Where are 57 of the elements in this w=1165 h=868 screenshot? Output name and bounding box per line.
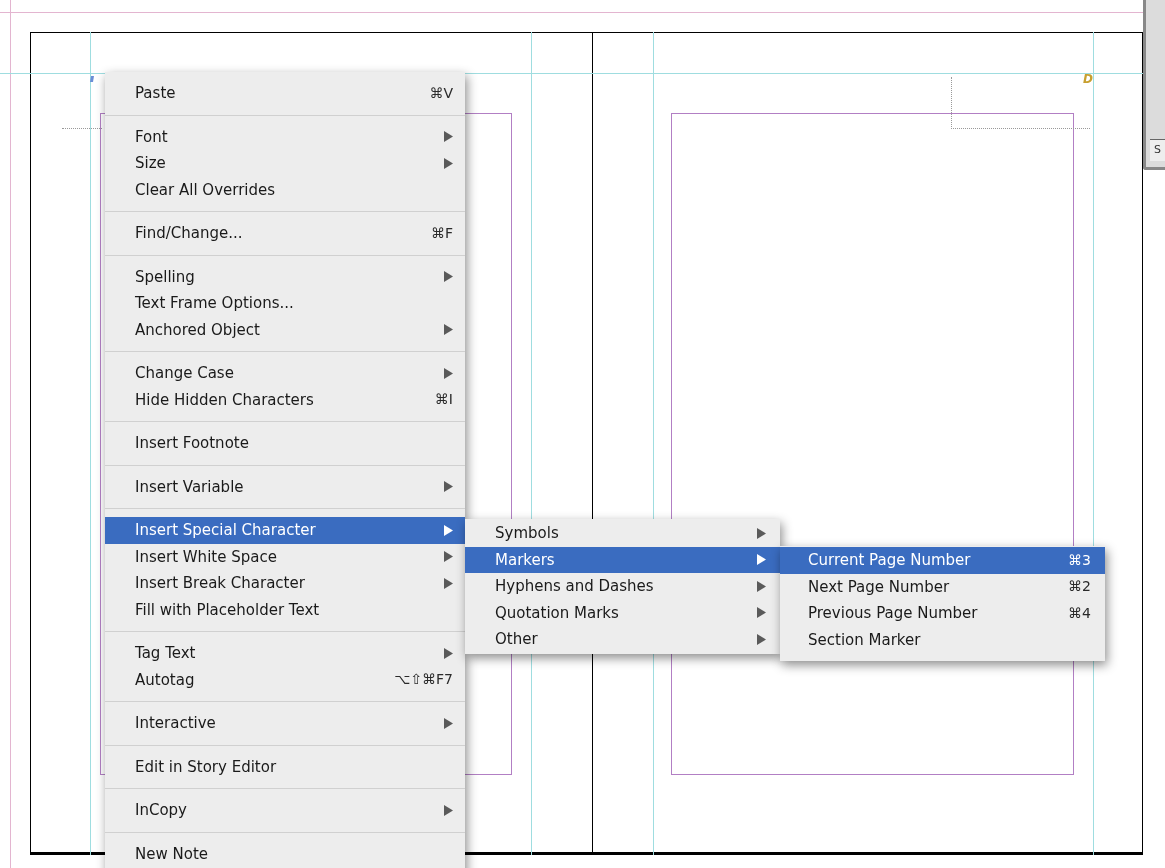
submenu-arrow-icon	[444, 157, 453, 169]
submenu-arrow-icon	[757, 633, 766, 645]
page-marker: D	[1083, 71, 1093, 88]
menu-item[interactable]: Symbols	[465, 520, 780, 547]
submenu-arrow-icon	[444, 577, 453, 589]
menu-item[interactable]: InCopy	[105, 797, 465, 824]
submenu-arrow-icon	[444, 551, 453, 563]
menu-item[interactable]: Previous Page Number ⌘4	[780, 600, 1105, 627]
shortcut-label: ⌘V	[429, 83, 453, 103]
shortcut-label: ⌘2	[1068, 577, 1091, 597]
menu-item[interactable]: Current Page Number ⌘3	[780, 547, 1105, 574]
menu-item[interactable]: Quotation Marks	[465, 599, 780, 626]
menu-item[interactable]: Hide Hidden Characters ⌘I	[105, 386, 465, 413]
menu-item[interactable]: Insert White Space	[105, 543, 465, 570]
menu-item[interactable]: Paste ⌘V	[105, 80, 465, 107]
submenu-arrow-icon	[444, 717, 453, 729]
menu-item[interactable]: Find/Change... ⌘F	[105, 220, 465, 247]
menu-item[interactable]: Font	[105, 123, 465, 150]
menu-item[interactable]: Insert Variable	[105, 473, 465, 500]
panel-tab[interactable]: S	[1150, 139, 1165, 161]
menu-item[interactable]: Markers	[465, 546, 780, 573]
submenu-arrow-icon	[444, 481, 453, 493]
submenu-arrow-icon	[757, 527, 766, 539]
menu-item[interactable]: Spelling	[105, 263, 465, 290]
submenu-arrow-icon	[444, 804, 453, 816]
menu-item[interactable]: Tag Text	[105, 640, 465, 667]
menu-item[interactable]: Insert Break Character	[105, 570, 465, 597]
menu-item[interactable]: New Note	[105, 840, 465, 867]
submenu-arrow-icon	[444, 647, 453, 659]
shortcut-label: ⌘4	[1068, 603, 1091, 623]
menu-item[interactable]: Anchored Object	[105, 316, 465, 343]
shortcut-label: ⌘3	[1068, 550, 1091, 570]
menu-item[interactable]: Insert Special Character	[105, 517, 465, 544]
menu-item[interactable]: Hyphens and Dashes	[465, 573, 780, 600]
menu-item[interactable]: Section Marker	[780, 626, 1105, 653]
shortcut-label: ⌘F	[430, 223, 453, 243]
menu-item[interactable]: Next Page Number ⌘2	[780, 573, 1105, 600]
submenu-arrow-icon	[444, 524, 453, 536]
shortcut-label: ⌘I	[434, 390, 453, 410]
submenu-arrow-icon	[757, 580, 766, 592]
menu-item[interactable]: Edit in Story Editor	[105, 753, 465, 780]
submenu-arrow-icon	[444, 271, 453, 283]
menu-item[interactable]: Other	[465, 626, 780, 653]
submenu-arrow-icon	[444, 367, 453, 379]
menu-item[interactable]: Clear All Overrides	[105, 176, 465, 203]
menu-item[interactable]: Fill with Placeholder Text	[105, 596, 465, 623]
submenu-arrow-icon	[444, 131, 453, 143]
menu-item[interactable]: Interactive	[105, 710, 465, 737]
menu-item[interactable]: Text Frame Options...	[105, 290, 465, 317]
submenu-arrow-icon	[757, 607, 766, 619]
submenu-arrow-icon	[757, 554, 766, 566]
submenu-arrow-icon	[444, 324, 453, 336]
menu-item[interactable]: Size	[105, 150, 465, 177]
menu-item[interactable]: Insert Footnote	[105, 430, 465, 457]
menu-item[interactable]: Change Case	[105, 360, 465, 387]
menu-item[interactable]: Autotag ⌥⇧⌘F7	[105, 666, 465, 693]
shortcut-label: ⌥⇧⌘F7	[394, 670, 453, 690]
